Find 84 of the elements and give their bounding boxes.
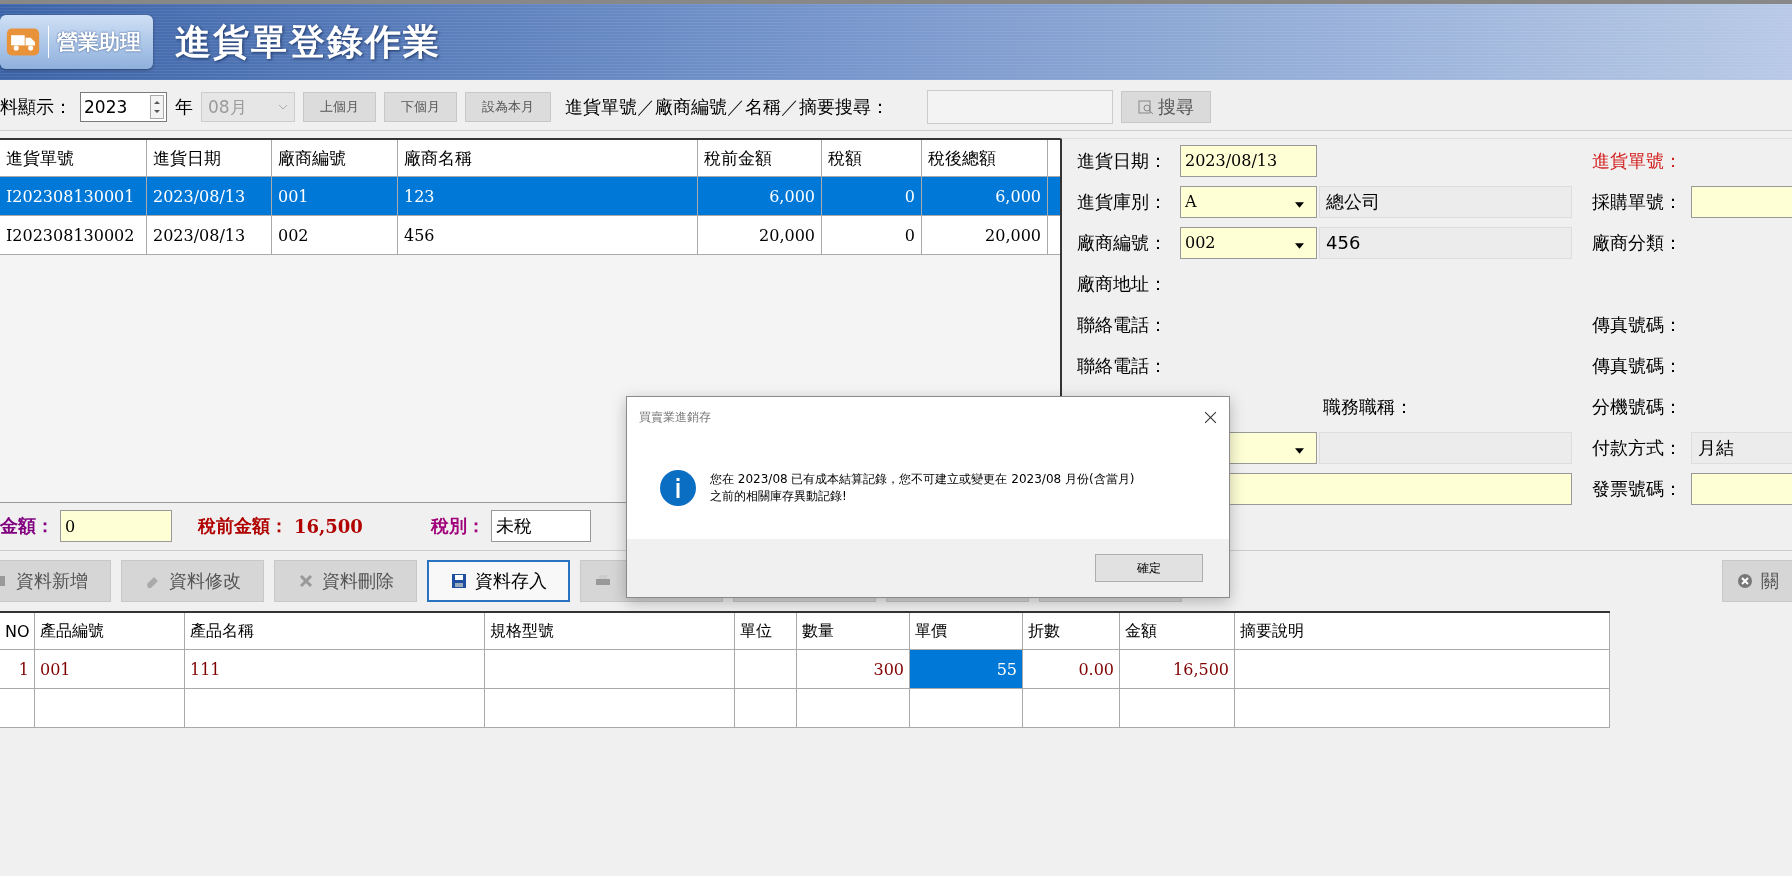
table-cell: 0 (822, 216, 922, 254)
input-field[interactable]: 2023/08/13 (1180, 144, 1317, 177)
table-cell: 20,000 (922, 216, 1048, 254)
search-button[interactable]: 搜尋 (1121, 91, 1211, 123)
ok-button[interactable]: 確定 (1095, 554, 1203, 582)
year-spinner[interactable]: 2023 (80, 92, 167, 122)
field-label: 傳真號碼： (1592, 313, 1682, 335)
dialog-message: 您在 2023/08 已有成本結算記錄，您不可建立或變更在 2023/08 月份(含當月)之前的相關庫存異動記錄! (710, 471, 1136, 505)
field-label: 廠商編號： (1077, 231, 1167, 253)
discount-field[interactable]: 0 (60, 510, 172, 542)
close-button[interactable]: 關 (1722, 560, 1792, 602)
dropdown-field[interactable]: A (1180, 185, 1317, 218)
column-header[interactable]: 進貨日期 (147, 140, 272, 176)
column-header[interactable]: 數量 (797, 613, 910, 649)
month-nav-button[interactable]: 下個月 (384, 92, 457, 122)
field-label: 發票號碼： (1592, 477, 1682, 499)
field-label: 職務職稱： (1322, 394, 1414, 419)
field-label: 分機號碼： (1592, 395, 1682, 417)
order-row[interactable]: I202308130001 2023/08/13 001 123 6,000 0 6,000 (0, 177, 1060, 216)
column-header[interactable]: 進貨單號 (0, 140, 147, 176)
action-button[interactable]: 資料刪除 (274, 560, 417, 602)
field-label: 聯絡電話： (1077, 354, 1167, 376)
order-row[interactable]: I202308130002 2023/08/13 002 456 20,000 0 20,000 (0, 216, 1060, 255)
display-label: 料顯示： (0, 95, 72, 119)
readonly-field: 456 (1319, 226, 1572, 259)
table-cell: 2023/08/13 (147, 216, 272, 254)
app-name: 營業助理 (57, 28, 141, 56)
window-title: 進貨單登錄作業 (175, 18, 441, 64)
table-cell: 1 (0, 650, 35, 688)
column-header[interactable]: 廠商名稱 (398, 140, 698, 176)
field-label: 進貨單號： (1592, 149, 1682, 171)
tax-type-dropdown[interactable]: 未稅 (490, 510, 591, 542)
table-cell: 123 (398, 177, 698, 215)
table-cell: 111 (185, 650, 485, 688)
table-cell: 002 (272, 216, 398, 254)
month-nav-button[interactable]: 設為本月 (465, 92, 551, 122)
column-header[interactable]: 折數 (1023, 613, 1120, 649)
readonly-field: 總公司 (1319, 185, 1572, 218)
year-label: 年 (175, 95, 193, 119)
table-cell: 001 (272, 177, 398, 215)
column-header[interactable]: 廠商編號 (272, 140, 398, 176)
column-header[interactable]: 產品名稱 (185, 613, 485, 649)
field-label: 廠商分類： (1592, 231, 1682, 253)
discount-label: 金額： (0, 514, 54, 538)
column-header[interactable]: 單價 (910, 613, 1023, 649)
table-cell: 0.00 (1023, 650, 1120, 688)
pretax-label: 稅前金額： (198, 514, 288, 538)
column-header[interactable]: 單位 (735, 613, 797, 649)
column-header[interactable]: 產品編號 (35, 613, 185, 649)
table-cell: 2023/08/13 (147, 177, 272, 215)
table-cell: 55 (910, 650, 1023, 688)
month-nav-button[interactable]: 上個月 (303, 92, 376, 122)
column-header[interactable]: 稅後總額 (922, 140, 1048, 176)
dropdown-field[interactable]: 002 (1180, 226, 1317, 259)
table-cell: 001 (35, 650, 185, 688)
field-label: 採購單號： (1592, 190, 1682, 212)
table-cell: 6,000 (922, 177, 1048, 215)
column-header[interactable]: 稅額 (822, 140, 922, 176)
readonly-field: 月結 (1691, 431, 1792, 464)
table-cell: 16,500 (1120, 650, 1235, 688)
action-button[interactable]: 資料新增 (0, 560, 111, 602)
table-cell: 456 (398, 216, 698, 254)
table-cell: 6,000 (698, 177, 822, 215)
field-label: 傳真號碼： (1592, 354, 1682, 376)
search-label: 進貨單號／廠商編號／名稱／摘要搜尋： (565, 95, 889, 119)
table-cell: 0 (822, 177, 922, 215)
field-label: 聯絡電話： (1077, 313, 1167, 335)
column-header[interactable]: 金額 (1120, 613, 1235, 649)
tax-type-label: 稅別： (430, 514, 485, 538)
table-cell: 20,000 (698, 216, 822, 254)
field-label: 進貨庫別： (1077, 190, 1167, 212)
column-header[interactable]: NO (0, 613, 35, 649)
column-header[interactable]: 規格型號 (485, 613, 735, 649)
field-label: 付款方式： (1592, 436, 1682, 458)
column-header[interactable]: 摘要說明 (1235, 613, 1610, 649)
table-cell: I202308130002 (0, 216, 147, 254)
pretax-amount: 16,500 (294, 515, 363, 537)
action-button[interactable]: 資料存入 (427, 560, 570, 602)
column-header[interactable]: 稅前金額 (698, 140, 822, 176)
table-cell: I202308130001 (0, 177, 147, 215)
dialog-title: 買賣業進銷存 (639, 408, 711, 426)
field-label: 進貨日期： (1077, 149, 1167, 171)
action-button[interactable]: 資料修改 (121, 560, 264, 602)
field-label: 廠商地址： (1077, 272, 1167, 294)
